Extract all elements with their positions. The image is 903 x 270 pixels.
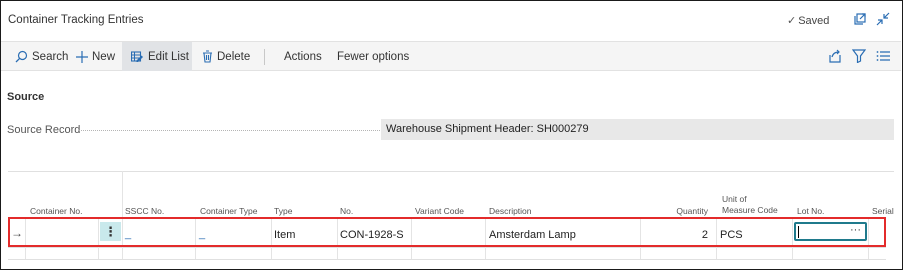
collapse-icon[interactable] (876, 12, 892, 28)
search-icon (15, 50, 28, 63)
open-in-new-icon[interactable] (853, 12, 869, 28)
col-header-variant-code[interactable]: Variant Code (415, 206, 464, 217)
share-icon[interactable] (828, 49, 842, 63)
delete-button[interactable]: Delete (202, 42, 250, 71)
action-bar: Search New Edit List Delete Actions Fewe… (1, 41, 901, 71)
col-header-quantity[interactable]: Quantity (640, 206, 708, 217)
list-view-icon[interactable] (876, 49, 890, 63)
col-header-container-type[interactable]: Container Type (200, 206, 258, 217)
actions-menu[interactable]: Actions (284, 42, 322, 71)
source-record-label: Source Record (7, 124, 81, 136)
title-bar: Container Tracking Entries ✓ Saved (1, 1, 901, 41)
check-icon: ✓ (787, 15, 797, 27)
plus-icon (76, 50, 88, 63)
saved-status: ✓ Saved (787, 14, 829, 27)
col-header-sscc-no[interactable]: SSCC No. (125, 206, 164, 217)
filter-icon[interactable] (851, 49, 867, 64)
source-record-field: Warehouse Shipment Header: SH000279 (381, 119, 894, 140)
entries-grid: Container No. SSCC No. Container Type Ty… (8, 171, 894, 262)
col-header-uom-line1: Unit of (722, 194, 747, 204)
col-header-type[interactable]: Type (274, 206, 292, 217)
col-header-uom-line2: Measure Code (722, 205, 778, 215)
edit-list-icon (131, 50, 143, 62)
toolbar-divider (264, 49, 265, 65)
saved-label: Saved (798, 15, 830, 27)
field-leader-dots (78, 130, 380, 131)
col-header-no[interactable]: No. (340, 206, 353, 217)
fewer-options-label: Fewer options (337, 50, 410, 63)
page-title: Container Tracking Entries (8, 14, 144, 26)
fewer-options-button[interactable]: Fewer options (337, 42, 409, 71)
trash-icon (203, 50, 212, 63)
edit-list-label: Edit List (148, 50, 189, 63)
source-record-value: Warehouse Shipment Header: SH000279 (386, 123, 589, 135)
highlighted-row-outline (8, 217, 886, 247)
col-header-lot-no[interactable]: Lot No. (797, 206, 824, 217)
new-label: New (92, 50, 116, 63)
actions-label: Actions (284, 50, 322, 63)
new-button[interactable]: New (76, 42, 115, 71)
col-header-description[interactable]: Description (489, 206, 532, 217)
search-button[interactable]: Search (15, 42, 68, 71)
edit-list-button[interactable]: Edit List (122, 42, 192, 71)
col-header-serial[interactable]: Serial (872, 206, 894, 217)
source-heading: Source (7, 91, 45, 103)
delete-label: Delete (217, 50, 251, 63)
search-label: Search (32, 50, 69, 63)
col-header-container-no[interactable]: Container No. (30, 206, 82, 217)
col-header-uom[interactable]: Unit of Measure Code (722, 194, 778, 216)
